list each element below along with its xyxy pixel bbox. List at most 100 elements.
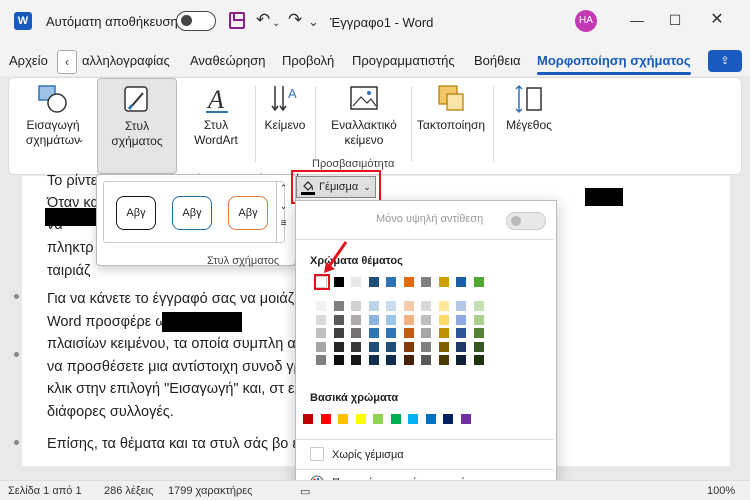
tab-review[interactable]: Αναθεώρηση xyxy=(190,53,266,68)
theme-color-shade[interactable] xyxy=(421,301,431,311)
theme-color-shade[interactable] xyxy=(316,355,326,365)
theme-color-swatch[interactable] xyxy=(333,277,344,287)
theme-color-shade[interactable] xyxy=(456,328,466,338)
selected-shape[interactable] xyxy=(162,312,242,332)
save-icon[interactable] xyxy=(229,12,245,29)
close-icon[interactable]: ✕ xyxy=(702,8,732,32)
wordart-button[interactable]: A Στυλ WordArt xyxy=(183,78,249,174)
theme-color-shade[interactable] xyxy=(333,301,344,311)
theme-color-shade[interactable] xyxy=(351,355,361,365)
undo-dropdown-icon[interactable]: ⌄ xyxy=(272,14,280,34)
theme-color-swatch[interactable] xyxy=(438,277,449,287)
standard-color-swatch[interactable] xyxy=(320,414,331,424)
style-swatch[interactable]: Αβγ xyxy=(116,196,156,230)
autosave-toggle[interactable] xyxy=(176,11,216,31)
theme-color-swatch[interactable] xyxy=(351,277,361,287)
tab-shape-format[interactable]: Μορφοποίηση σχήματος xyxy=(537,53,691,75)
read-mode-icon[interactable]: ▭ xyxy=(300,485,310,498)
tab-mailings[interactable]: αλληλογραφίας xyxy=(82,53,170,68)
page-count[interactable]: Σελίδα 1 από 1 xyxy=(8,485,82,497)
theme-color-shade[interactable] xyxy=(386,328,396,338)
theme-color-shade[interactable] xyxy=(316,328,326,338)
standard-color-swatch[interactable] xyxy=(408,414,418,424)
theme-color-shade[interactable] xyxy=(386,355,396,365)
theme-color-shade[interactable] xyxy=(473,314,484,325)
theme-color-shade[interactable] xyxy=(316,314,326,325)
theme-color-shade[interactable] xyxy=(456,301,466,311)
theme-color-shade[interactable] xyxy=(403,328,414,338)
theme-color-shade[interactable] xyxy=(403,301,414,311)
theme-color-shade[interactable] xyxy=(403,355,414,365)
insert-shapes-button[interactable]: Εισαγωγή σχημάτων ⌄ xyxy=(15,78,91,174)
standard-color-swatch[interactable] xyxy=(460,414,471,424)
theme-color-shade[interactable] xyxy=(368,301,379,311)
theme-color-shade[interactable] xyxy=(438,301,449,311)
standard-color-swatch[interactable] xyxy=(373,414,383,424)
theme-color-shade[interactable] xyxy=(351,301,361,311)
theme-color-shade[interactable] xyxy=(438,314,449,325)
style-swatch[interactable]: Αβγ xyxy=(172,196,212,230)
theme-color-swatch[interactable] xyxy=(456,277,466,287)
scroll-up-icon[interactable]: ⌃ xyxy=(277,181,290,195)
theme-color-shade[interactable] xyxy=(421,355,431,365)
theme-color-shade[interactable] xyxy=(403,314,414,325)
standard-color-swatch[interactable] xyxy=(443,414,453,424)
theme-color-swatch[interactable] xyxy=(386,277,396,287)
zoom-level[interactable]: 100% xyxy=(707,485,735,497)
theme-color-shade[interactable] xyxy=(438,355,449,365)
size-button[interactable]: Μέγεθος xyxy=(497,78,561,174)
theme-color-shade[interactable] xyxy=(368,328,379,338)
theme-color-shade[interactable] xyxy=(333,328,344,338)
theme-color-shade[interactable] xyxy=(368,355,379,365)
theme-color-shade[interactable] xyxy=(333,341,344,352)
theme-color-shade[interactable] xyxy=(456,355,466,365)
tabs-scroll-left-icon[interactable]: ‹ xyxy=(57,50,77,74)
avatar[interactable]: HA xyxy=(575,10,597,32)
standard-color-swatch[interactable] xyxy=(425,414,436,424)
tab-help[interactable]: Βοήθεια xyxy=(474,53,521,68)
theme-color-shade[interactable] xyxy=(333,314,344,325)
theme-color-shade[interactable] xyxy=(368,314,379,325)
scroll-down-icon[interactable]: ⌄ xyxy=(277,199,290,213)
theme-color-shade[interactable] xyxy=(386,301,396,311)
redo-icon[interactable]: ↷ xyxy=(288,10,302,30)
style-swatch[interactable]: Αβγ xyxy=(228,196,268,230)
share-icon[interactable]: ⇪ xyxy=(708,50,742,72)
theme-color-swatch[interactable] xyxy=(403,277,414,287)
tab-view[interactable]: Προβολή xyxy=(282,53,334,68)
customize-icon[interactable]: ⌄ xyxy=(308,12,319,32)
theme-color-swatch[interactable] xyxy=(421,277,431,287)
undo-icon[interactable]: ↶ xyxy=(256,10,270,30)
theme-color-shade[interactable] xyxy=(438,328,449,338)
theme-color-shade[interactable] xyxy=(333,355,344,365)
theme-color-shade[interactable] xyxy=(368,341,379,352)
theme-color-shade[interactable] xyxy=(456,314,466,325)
standard-color-swatch[interactable] xyxy=(355,414,366,424)
theme-color-shade[interactable] xyxy=(456,341,466,352)
standard-color-swatch[interactable] xyxy=(338,414,348,424)
theme-color-shade[interactable] xyxy=(316,341,326,352)
shape-styles-button[interactable]: Στυλ σχήματος xyxy=(97,78,177,174)
theme-color-swatch[interactable] xyxy=(368,277,379,287)
theme-color-shade[interactable] xyxy=(421,328,431,338)
theme-color-shade[interactable] xyxy=(403,341,414,352)
word-count[interactable]: 286 λέξεις xyxy=(104,485,153,497)
theme-color-shade[interactable] xyxy=(473,301,484,311)
theme-color-shade[interactable] xyxy=(421,341,431,352)
theme-color-shade[interactable] xyxy=(316,301,326,311)
theme-color-shade[interactable] xyxy=(386,341,396,352)
maximize-icon[interactable]: ☐ xyxy=(660,8,690,32)
minimize-icon[interactable]: — xyxy=(622,8,652,32)
theme-color-shade[interactable] xyxy=(438,341,449,352)
theme-color-shade[interactable] xyxy=(473,341,484,352)
arrange-button[interactable]: Τακτοποίηση xyxy=(413,78,489,174)
theme-color-shade[interactable] xyxy=(421,314,431,325)
theme-color-shade[interactable] xyxy=(473,328,484,338)
char-count[interactable]: 1799 χαρακτήρες xyxy=(168,485,252,497)
theme-color-shade[interactable] xyxy=(351,314,361,325)
theme-color-shade[interactable] xyxy=(351,341,361,352)
gallery-more-icon[interactable]: ≡ xyxy=(277,217,290,231)
theme-color-swatch[interactable] xyxy=(473,277,484,287)
standard-color-swatch[interactable] xyxy=(303,414,313,424)
fill-button[interactable]: Γέμισμα ⌄ xyxy=(296,176,376,198)
